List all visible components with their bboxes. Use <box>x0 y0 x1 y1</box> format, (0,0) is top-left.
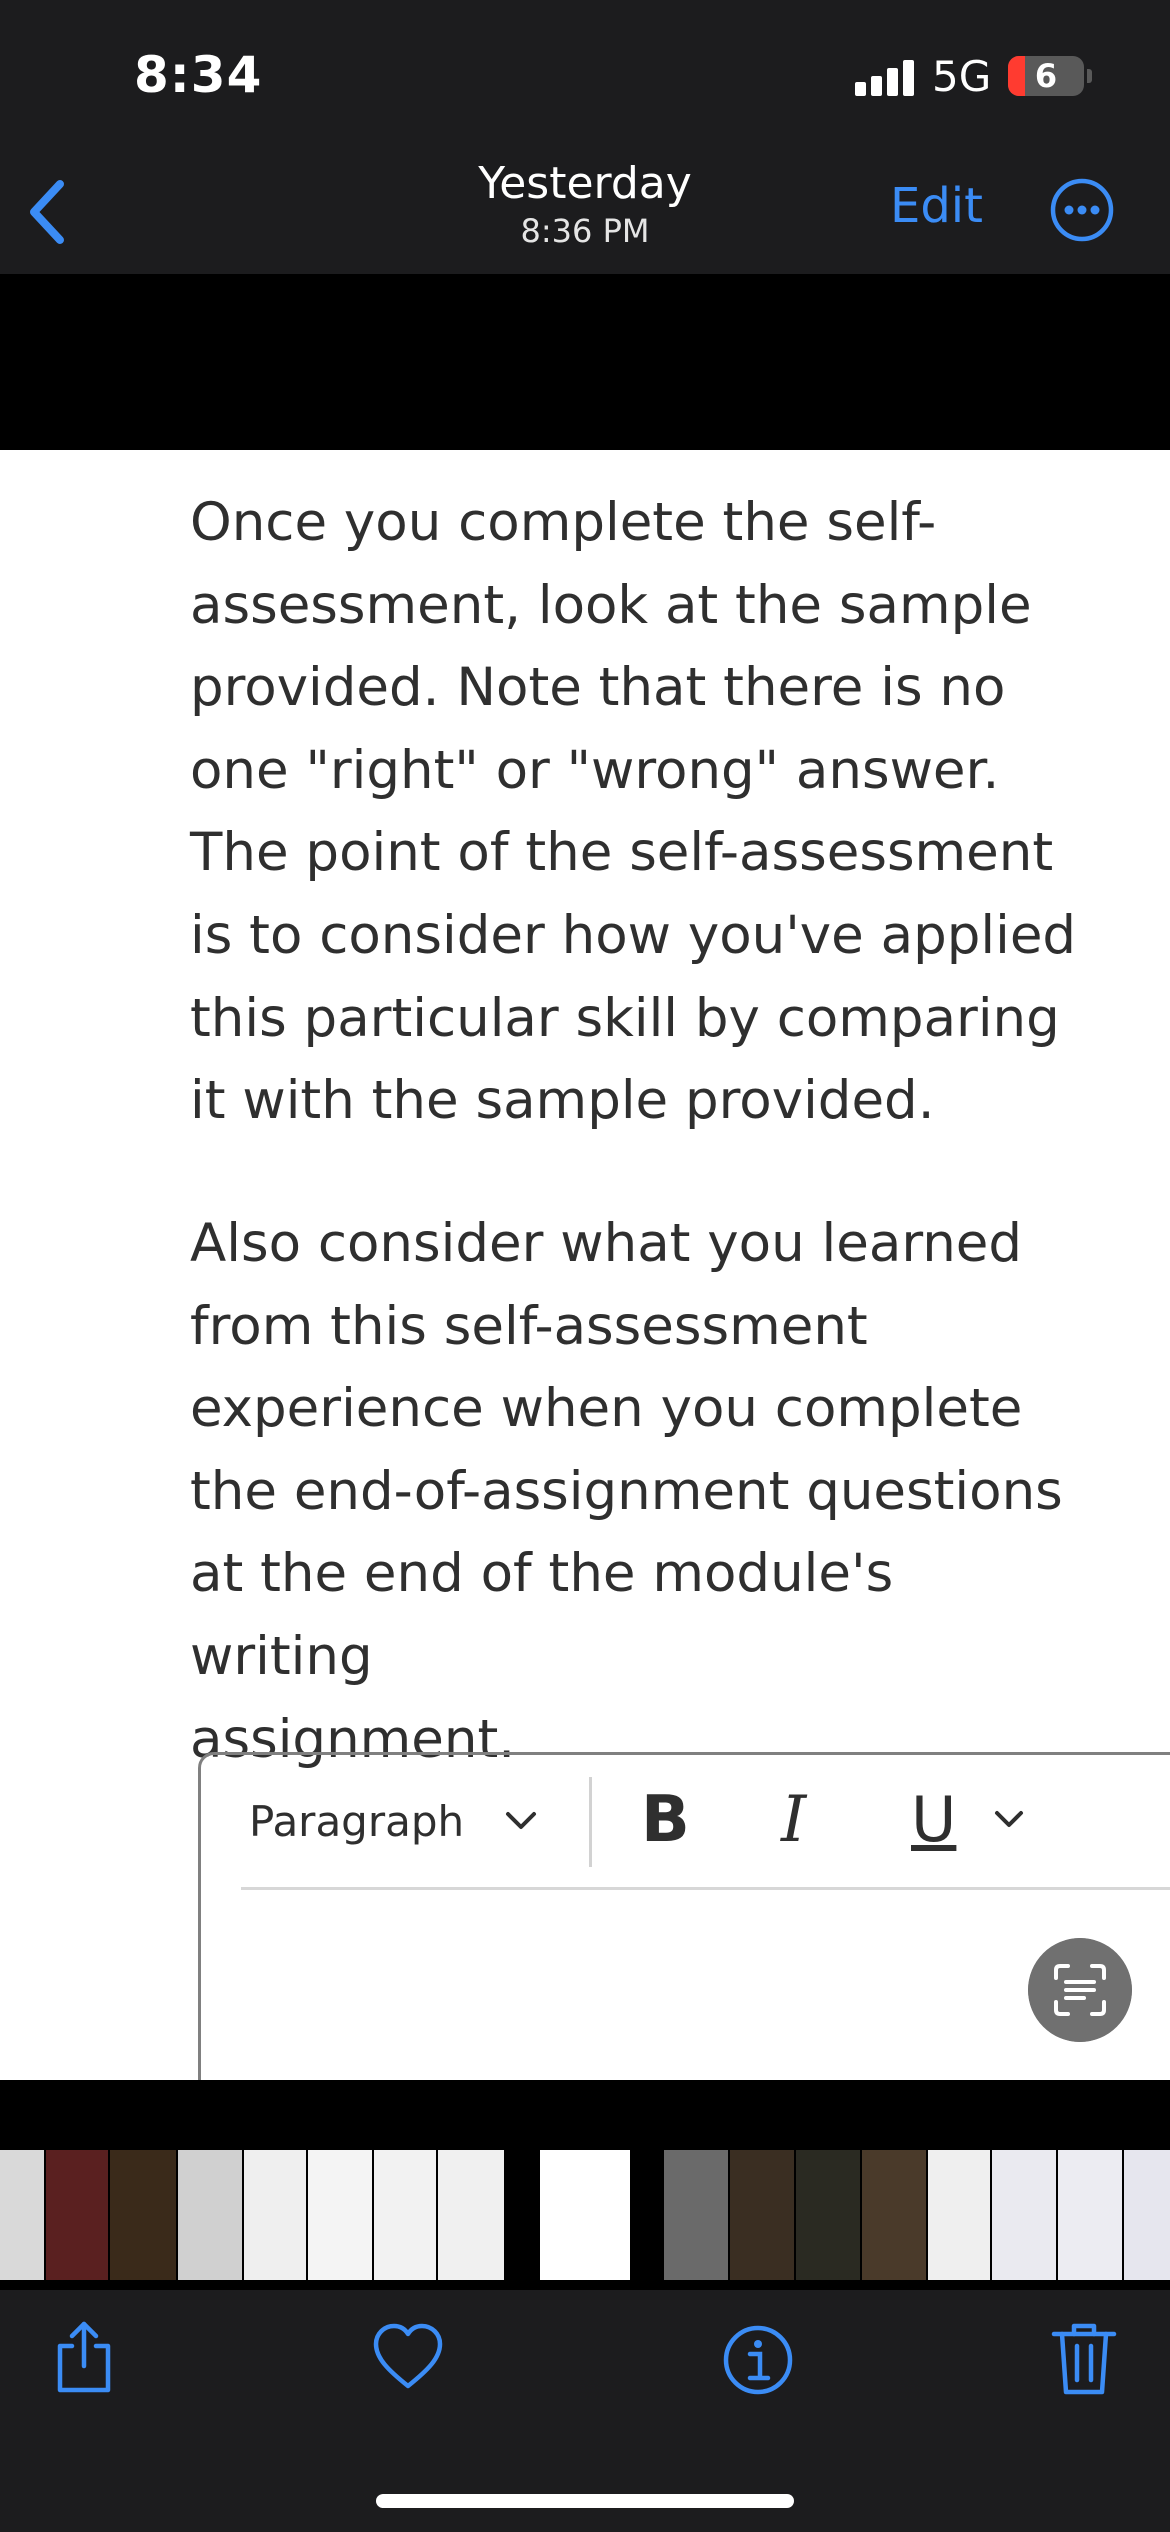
chevron-down-icon <box>506 1812 536 1829</box>
photo-letterbox-top <box>0 274 1170 450</box>
battery-level: 6 <box>1034 57 1058 95</box>
paragraph-also-consider: Also consider what you learned from this… <box>190 1203 1090 1781</box>
live-text-icon[interactable] <box>1028 1938 1132 2042</box>
network-type: 5G <box>932 52 992 101</box>
edit-button[interactable]: Edit <box>890 178 983 234</box>
text-line: one "right" or "wrong" answer. <box>190 739 1000 801</box>
thumbnail[interactable] <box>1058 2150 1122 2280</box>
photo-date-title: Yesterday <box>478 158 692 209</box>
thumbnail[interactable] <box>46 2150 108 2280</box>
thumbnail[interactable] <box>308 2150 372 2280</box>
more-options-icon[interactable] <box>1050 178 1114 242</box>
text-line: from this self-assessment <box>190 1295 868 1357</box>
thumbnail[interactable] <box>244 2150 306 2280</box>
rich-text-editor-box: Paragraph B I U <box>198 1752 1170 2080</box>
battery-tip <box>1087 69 1092 83</box>
chevron-down-icon <box>995 1811 1023 1827</box>
thumbnail[interactable] <box>664 2150 728 2280</box>
toolbar-divider <box>589 1777 592 1867</box>
text-line: the end-of-assignment questions <box>190 1460 1063 1522</box>
text-line: is to consider how you've applied <box>190 904 1077 966</box>
thumbnail[interactable] <box>0 2150 44 2280</box>
navigation-bar: Yesterday 8:36 PM Edit <box>0 150 1170 274</box>
thumbnail[interactable] <box>438 2150 504 2280</box>
paragraph-self-assessment: Once you complete the self- assessment, … <box>190 482 1090 1143</box>
battery-icon: 6 <box>1008 56 1084 96</box>
trash-icon[interactable] <box>1044 2316 1124 2396</box>
heart-icon[interactable] <box>368 2316 448 2396</box>
thumbnail[interactable] <box>862 2150 926 2280</box>
status-bar: 8:34 5G 6 <box>0 0 1170 150</box>
info-icon[interactable] <box>718 2316 798 2396</box>
thumbnail[interactable] <box>730 2150 794 2280</box>
paragraph-format-select: Paragraph <box>249 1797 465 1846</box>
thumbnail[interactable] <box>178 2150 242 2280</box>
toolbar-underline-divider <box>241 1887 1170 1890</box>
bold-button: B <box>641 1783 690 1857</box>
text-line: it with the sample provided. <box>190 1070 935 1132</box>
thumbnail[interactable] <box>992 2150 1056 2280</box>
thumbnail[interactable] <box>928 2150 990 2280</box>
photo-time-subtitle: 8:36 PM <box>520 212 650 250</box>
text-line: The point of the self-assessment <box>190 822 1054 884</box>
thumbnail[interactable] <box>1124 2150 1170 2280</box>
text-line: provided. Note that there is no <box>190 657 1006 719</box>
text-line: Once you complete the self- <box>190 492 937 553</box>
thumbnail[interactable] <box>796 2150 860 2280</box>
thumbnail-current[interactable] <box>540 2150 630 2280</box>
thumbnail[interactable] <box>110 2150 176 2280</box>
cellular-signal-icon <box>855 60 915 96</box>
text-line: experience when you complete <box>190 1378 1023 1440</box>
text-line: Also consider what you learned <box>190 1213 1023 1274</box>
photo-viewer[interactable]: Once you complete the self- assessment, … <box>0 450 1170 2080</box>
share-icon[interactable] <box>44 2316 124 2396</box>
text-line: at the end of the module's writing <box>190 1543 894 1687</box>
thumbnail[interactable] <box>374 2150 436 2280</box>
home-indicator[interactable] <box>376 2494 794 2508</box>
text-line: assessment, look at the sample <box>190 574 1032 636</box>
italic-button: I <box>781 1783 807 1857</box>
underline-button: U <box>911 1783 957 1856</box>
thumbnail-strip[interactable] <box>0 2150 1170 2280</box>
text-line: this particular skill by comparing <box>190 987 1060 1049</box>
status-time: 8:34 <box>134 46 263 104</box>
